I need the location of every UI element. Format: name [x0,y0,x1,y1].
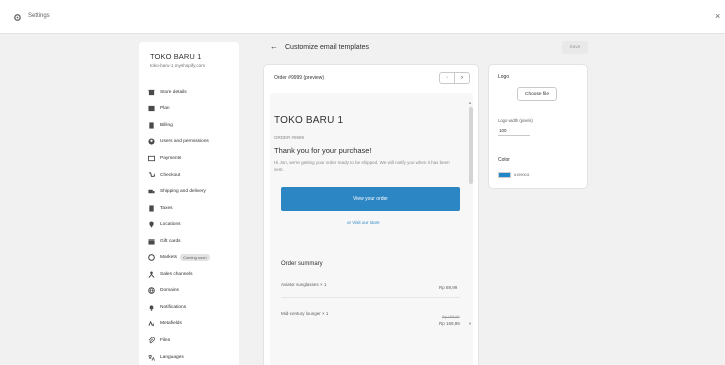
email-store-name: TOKO BARU 1 [274,115,344,126]
location-icon [148,221,155,228]
close-icon[interactable]: × [715,12,720,21]
sidebar-item-taxes[interactable]: Taxes [148,200,239,217]
email-body-text: Hi Jon, we're getting your order ready t… [274,160,450,172]
metafields-icon [148,320,155,327]
line-item-name: Mid-century lounger × 1 [281,311,329,316]
logo-width-field[interactable] [498,126,530,136]
accent-color-row: #1990C6 [498,172,548,178]
sidebar-item-files[interactable]: Files [148,332,239,349]
scroll-up-icon[interactable]: ▲ [468,100,472,105]
back-arrow-icon[interactable]: ← [270,43,278,51]
pager-prev-button[interactable]: ‹ [440,73,455,83]
plan-icon [148,105,155,112]
pager-next-button[interactable]: › [455,73,469,83]
settings-sidebar: TOKO BARU 1 toko-baru-1.myshopify.com St… [139,42,239,365]
taxes-icon [148,205,155,212]
settings-title: Settings [28,13,50,19]
color-label: Color [498,157,510,163]
sidebar-item-label: Users and permissions [160,139,209,145]
line-item-name: Aviator sunglasses × 1 [281,282,327,287]
sidebar-item-label: Taxes [160,205,173,211]
sidebar-item-label: Notifications [160,304,187,310]
sidebar-item-label: Languages [160,354,184,360]
users-icon [148,138,155,145]
sidebar-item-label: Gift cards [160,238,181,244]
store-name: TOKO BARU 1 [150,52,202,61]
page-title: Customize email templates [285,44,370,51]
sidebar-item-label: Payments [160,155,182,161]
line-item-price: Rp 89,99 [439,285,458,290]
sidebar-item-gift-cards[interactable]: Gift cards [148,233,239,250]
billing-icon [148,122,155,129]
sidebar-item-domains[interactable]: Domains [148,283,239,300]
store-header: TOKO BARU 1 toko-baru-1.myshopify.com [139,42,239,84]
sidebar-item-markets[interactable]: Markets Coming soon [148,249,239,266]
store-url: toko-baru-1.myshopify.com [150,63,206,68]
domains-icon [148,287,155,295]
branding-settings-panel: Logo Choose file Logo width (pixels) Col… [488,64,588,189]
top-bar: Settings × [0,0,725,34]
choose-file-button[interactable]: Choose file [517,87,557,101]
sidebar-item-label: Store details [160,89,187,95]
email-heading: Thank you for your purchase! [274,146,372,155]
save-button[interactable]: Save [562,41,588,54]
sidebar-item-locations[interactable]: Locations [148,216,239,233]
visit-store-link[interactable]: or Visit our store [347,220,380,225]
view-order-button[interactable]: View your order [281,187,460,211]
accent-color-hex[interactable]: #1990C6 [514,172,548,178]
sidebar-item-billing[interactable]: Billing [148,117,239,134]
sidebar-item-store-details[interactable]: Store details [148,84,239,101]
sidebar-item-plan[interactable]: Plan [148,101,239,118]
checkout-icon [148,171,155,179]
sidebar-item-label: Checkout [160,172,181,178]
sidebar-item-sales-channels[interactable]: Sales channels [148,266,239,283]
sidebar-item-label: Metafields [160,321,182,327]
sidebar-item-label: Markets [160,255,178,261]
files-icon [148,336,155,344]
sidebar-item-label: Domains [160,288,179,294]
sidebar-item-label: Billing [160,122,173,128]
sales-channels-icon [148,271,155,278]
sidebar-item-label: Shipping and delivery [160,189,206,195]
sidebar-item-label: Plan [160,106,170,112]
sidebar-item-label: Locations [160,222,181,228]
shipping-icon [148,188,155,195]
scroll-down-icon[interactable]: ▼ [468,321,472,326]
gear-icon [14,14,21,21]
store-icon [148,89,155,96]
preview-pager: ‹ › [439,72,470,84]
markets-icon [148,254,155,262]
sidebar-item-users[interactable]: Users and permissions [148,134,239,151]
line-item-price: Rp 159,99 [439,321,460,326]
notifications-icon [148,304,155,311]
coming-soon-badge: Coming soon [180,254,210,262]
logo-width-label: Logo width (pixels) [498,118,533,123]
sidebar-item-shipping[interactable]: Shipping and delivery [148,183,239,200]
payments-icon [148,155,155,162]
email-order-id: ORDER #9999 [274,135,305,140]
languages-icon [148,354,155,361]
email-preview-card: Order #9999 (preview) ‹ › TOKO BARU 1 OR… [263,64,479,365]
accent-color-swatch[interactable] [498,172,511,178]
line-item-compare-price: Rp 199,99 [442,315,460,319]
sidebar-item-metafields[interactable]: Metafields [148,316,239,333]
line-item-divider [281,297,460,298]
sidebar-item-checkout[interactable]: Checkout [148,167,239,184]
order-summary-title: Order summary [281,261,323,267]
logo-label: Logo [498,74,510,80]
sidebar-item-label: Files [160,337,171,343]
gift-card-icon [148,238,155,245]
preview-order-label: Order #9999 (preview) [274,75,325,81]
sidebar-item-languages[interactable]: Languages [148,349,239,365]
sidebar-item-notifications[interactable]: Notifications [148,299,239,316]
sidebar-item-label: Sales channels [160,271,193,277]
preview-scrollbar-thumb[interactable] [469,107,473,184]
settings-nav: Store details Plan Billing Users and per… [139,84,239,365]
sidebar-item-payments[interactable]: Payments [148,150,239,167]
